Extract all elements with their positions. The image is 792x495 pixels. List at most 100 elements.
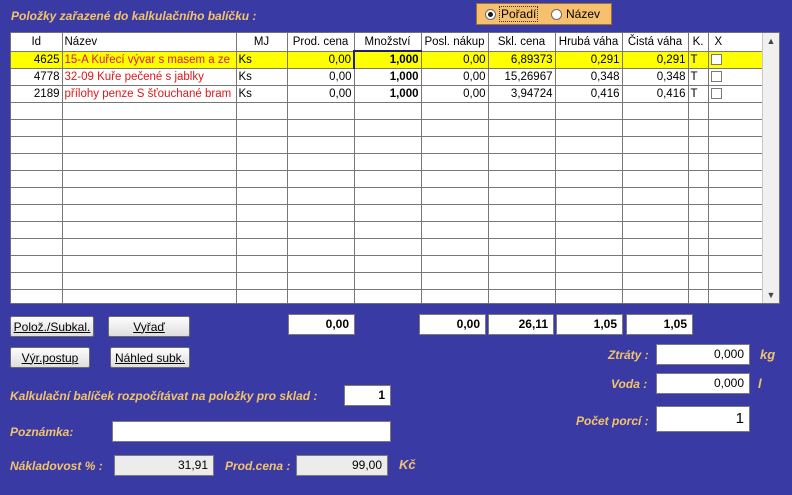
empty-cell[interactable] xyxy=(688,187,709,205)
empty-cell[interactable] xyxy=(236,204,288,222)
empty-cell[interactable] xyxy=(421,136,489,154)
empty-cell[interactable] xyxy=(708,289,766,303)
empty-cell[interactable] xyxy=(622,255,689,273)
empty-cell[interactable] xyxy=(236,289,288,303)
empty-cell[interactable] xyxy=(688,255,709,273)
empty-cell[interactable] xyxy=(236,187,288,205)
scroll-up-icon[interactable]: ▲ xyxy=(763,33,779,49)
empty-table-row[interactable] xyxy=(11,255,766,273)
empty-cell[interactable] xyxy=(421,255,489,273)
empty-cell[interactable] xyxy=(354,102,422,120)
empty-cell[interactable] xyxy=(62,102,237,120)
cell-x[interactable] xyxy=(708,68,766,86)
empty-cell[interactable] xyxy=(62,204,237,222)
empty-cell[interactable] xyxy=(488,153,556,171)
empty-table-row[interactable] xyxy=(11,204,766,222)
empty-cell[interactable] xyxy=(488,204,556,222)
empty-table-row[interactable] xyxy=(11,153,766,171)
nahled-subk-button[interactable]: Náhled subk. xyxy=(110,347,190,368)
empty-cell[interactable] xyxy=(555,204,623,222)
cell-mj[interactable]: Ks xyxy=(236,85,288,103)
col-header-k[interactable]: K. xyxy=(688,33,709,52)
empty-cell[interactable] xyxy=(11,238,63,256)
empty-cell[interactable] xyxy=(421,102,489,120)
empty-cell[interactable] xyxy=(421,153,489,171)
empty-cell[interactable] xyxy=(287,204,355,222)
empty-cell[interactable] xyxy=(11,136,63,154)
empty-cell[interactable] xyxy=(421,272,489,290)
empty-cell[interactable] xyxy=(708,102,766,120)
cell-mnozstvi[interactable]: 1,000 xyxy=(354,85,422,103)
cell-hruba-vaha[interactable]: 0,348 xyxy=(555,68,623,86)
empty-cell[interactable] xyxy=(354,119,422,137)
empty-cell[interactable] xyxy=(555,272,623,290)
cell-prod-cena[interactable]: 0,00 xyxy=(287,68,355,86)
empty-cell[interactable] xyxy=(287,221,355,239)
empty-cell[interactable] xyxy=(555,153,623,171)
empty-cell[interactable] xyxy=(287,238,355,256)
empty-cell[interactable] xyxy=(708,255,766,273)
empty-cell[interactable] xyxy=(287,102,355,120)
empty-cell[interactable] xyxy=(688,204,709,222)
empty-cell[interactable] xyxy=(708,221,766,239)
cell-skl-cena[interactable]: 6,89373 xyxy=(488,51,556,69)
empty-cell[interactable] xyxy=(236,119,288,137)
empty-cell[interactable] xyxy=(287,289,355,303)
empty-cell[interactable] xyxy=(688,102,709,120)
grid-vertical-scrollbar[interactable]: ▲ ▼ xyxy=(762,33,779,303)
cell-posl-nakup[interactable]: 0,00 xyxy=(421,85,489,103)
cell-nazev[interactable]: 15-A Kuřecí vývar s masem a ze xyxy=(62,51,237,69)
cell-k[interactable]: T xyxy=(688,51,709,69)
cell-cista-vaha[interactable]: 0,348 xyxy=(622,68,689,86)
empty-cell[interactable] xyxy=(688,153,709,171)
empty-cell[interactable] xyxy=(11,119,63,137)
cell-id[interactable]: 4625 xyxy=(11,51,63,69)
cell-mnozstvi[interactable]: 1,000 xyxy=(353,50,422,69)
empty-cell[interactable] xyxy=(11,272,63,290)
scroll-down-icon[interactable]: ▼ xyxy=(763,287,779,303)
empty-cell[interactable] xyxy=(287,119,355,137)
col-header-x[interactable]: X xyxy=(708,33,766,52)
checkbox[interactable] xyxy=(710,87,722,99)
empty-cell[interactable] xyxy=(488,102,556,120)
empty-cell[interactable] xyxy=(555,289,623,303)
empty-cell[interactable] xyxy=(62,221,237,239)
empty-cell[interactable] xyxy=(708,136,766,154)
cell-nazev[interactable]: přílohy penze S šťouchané bram xyxy=(62,85,237,103)
empty-cell[interactable] xyxy=(11,102,63,120)
cell-skl-cena[interactable]: 3,94724 xyxy=(488,85,556,103)
empty-cell[interactable] xyxy=(421,289,489,303)
empty-table-row[interactable] xyxy=(11,238,766,256)
empty-table-row[interactable] xyxy=(11,102,766,120)
cell-posl-nakup[interactable]: 0,00 xyxy=(421,68,489,86)
empty-cell[interactable] xyxy=(62,255,237,273)
empty-cell[interactable] xyxy=(622,221,689,239)
col-header-cista-vaha[interactable]: Čistá váha xyxy=(622,33,689,52)
empty-cell[interactable] xyxy=(555,102,623,120)
empty-cell[interactable] xyxy=(555,221,623,239)
empty-cell[interactable] xyxy=(11,153,63,171)
empty-cell[interactable] xyxy=(287,153,355,171)
porce-field[interactable]: 1 xyxy=(656,406,750,432)
empty-cell[interactable] xyxy=(11,255,63,273)
checkbox[interactable] xyxy=(710,53,722,65)
empty-cell[interactable] xyxy=(11,289,63,303)
empty-table-row[interactable] xyxy=(11,272,766,290)
empty-cell[interactable] xyxy=(488,238,556,256)
empty-cell[interactable] xyxy=(62,136,237,154)
empty-cell[interactable] xyxy=(688,272,709,290)
empty-cell[interactable] xyxy=(488,255,556,273)
empty-cell[interactable] xyxy=(62,119,237,137)
empty-cell[interactable] xyxy=(236,255,288,273)
checkbox[interactable] xyxy=(710,70,722,82)
empty-cell[interactable] xyxy=(354,221,422,239)
empty-cell[interactable] xyxy=(354,238,422,256)
col-header-id[interactable]: Id xyxy=(11,33,63,52)
col-header-prod-cena[interactable]: Prod. cena xyxy=(287,33,355,52)
empty-cell[interactable] xyxy=(421,187,489,205)
empty-cell[interactable] xyxy=(555,119,623,137)
table-row[interactable]: 4625 15-A Kuřecí vývar s masem a ze Ks 0… xyxy=(11,50,766,69)
empty-cell[interactable] xyxy=(354,187,422,205)
empty-cell[interactable] xyxy=(688,136,709,154)
empty-table-row[interactable] xyxy=(11,119,766,137)
